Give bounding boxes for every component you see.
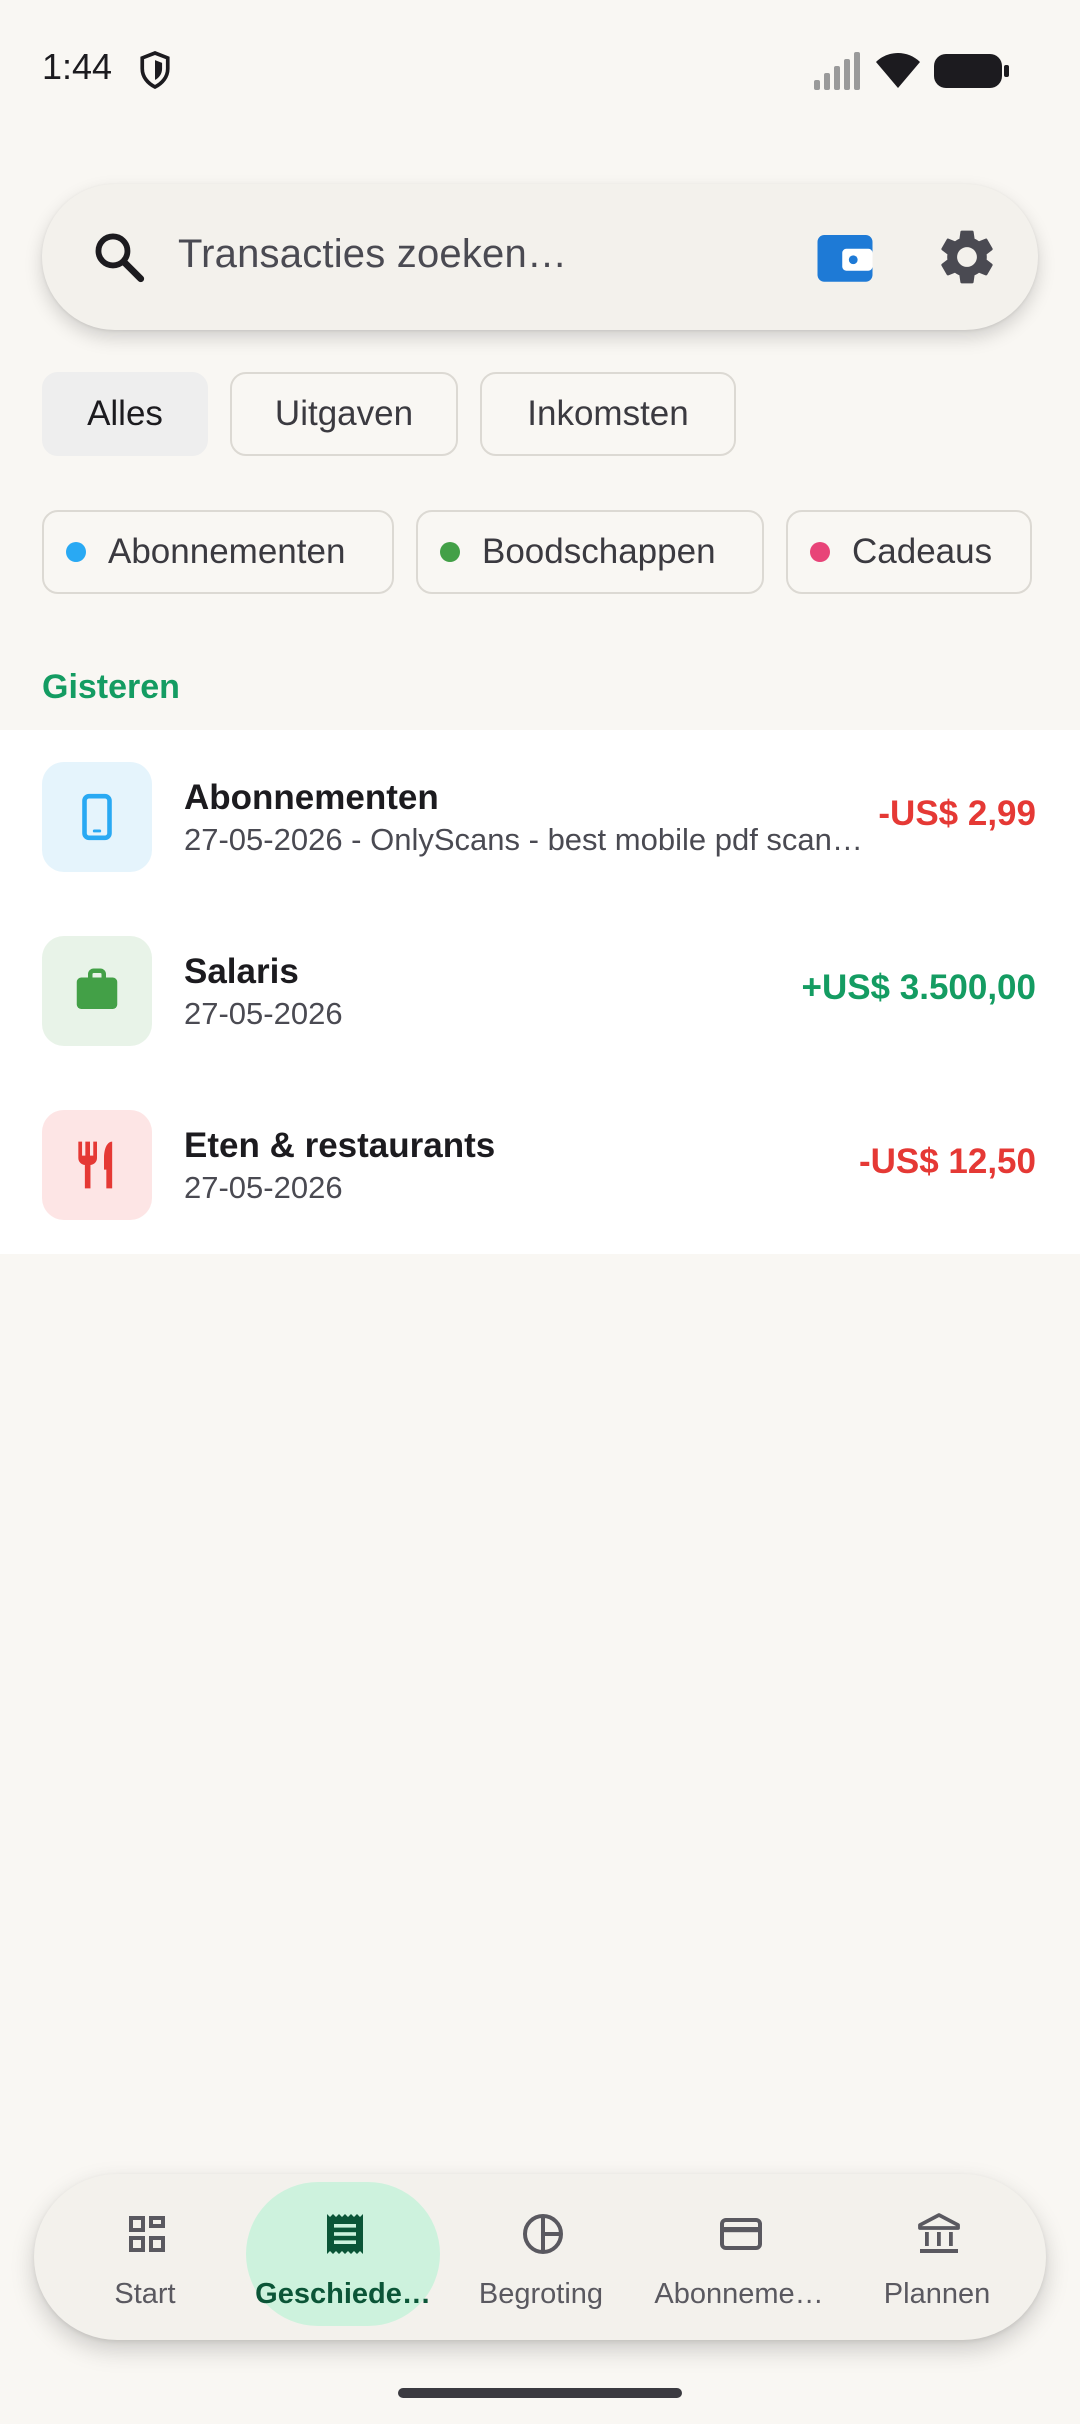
status-bar: 1:44 [0,0,1080,140]
nav-label: Abonneme… [654,2278,824,2310]
nav-item-budget[interactable]: Begroting [444,2174,638,2340]
category-color-dot [810,542,830,562]
fork-knife-icon [42,1110,152,1220]
nav-label: Geschiede… [255,2278,431,2310]
nav-label: Start [114,2278,176,2310]
nav-item-start[interactable]: Start [48,2174,242,2340]
search-icon[interactable] [90,228,148,286]
filter-chip-income[interactable]: Inkomsten [480,372,736,456]
wallet-icon[interactable] [812,224,878,290]
category-chip-groceries[interactable]: Boodschappen [416,510,764,594]
transaction-title: Eten & restaurants [184,1126,496,1165]
category-chip-gifts[interactable]: Cadeaus [786,510,1032,594]
dashboard-icon [129,2216,165,2252]
receipt-icon [327,2214,363,2254]
wifi-icon [876,53,920,88]
briefcase-icon [42,936,152,1046]
category-chip-label: Abonnementen [108,532,346,571]
nav-item-history[interactable]: Geschiede… [246,2174,440,2340]
filter-chip-all[interactable]: Alles [42,372,208,456]
shield-icon [140,51,170,90]
bank-icon [918,2213,960,2253]
category-color-dot [66,542,86,562]
search-bar[interactable]: Transacties zoeken… [42,184,1038,330]
nav-item-subscriptions[interactable]: Abonneme… [642,2174,836,2340]
category-color-dot [440,542,460,562]
status-time: 1:44 [42,46,113,87]
home-indicator[interactable] [398,2388,682,2398]
category-chip-subscriptions[interactable]: Abonnementen [42,510,394,594]
smartphone-icon [42,762,152,872]
nav-label: Begroting [478,2278,604,2310]
nav-label: Plannen [883,2278,991,2310]
category-chip-label: Cadeaus [852,532,993,571]
category-chip-label: Boodschappen [482,532,716,571]
filter-chip-expenses[interactable]: Uitgaven [230,372,458,456]
gear-icon[interactable] [934,224,1000,290]
transaction-list: Abonnementen 27-05-2026 - OnlyScans - be… [0,730,1080,1254]
section-header-yesterday: Gisteren [42,668,180,706]
transaction-title: Abonnementen [184,778,439,817]
transaction-row[interactable]: Eten & restaurants 27-05-2026 -US$ 12,50 [0,1078,1080,1252]
transaction-subtitle: 27-05-2026 - OnlyScans - best mobile pdf… [184,822,864,857]
transaction-amount: -US$ 2,99 [878,794,1036,833]
bottom-navigation: Start Geschiede… Begroting Abonneme… Pla… [34,2174,1046,2340]
search-input[interactable]: Transacties zoeken… [178,232,567,277]
transaction-amount: -US$ 12,50 [858,1142,1036,1181]
credit-card-icon [720,2218,762,2250]
cellular-signal-icon [814,52,860,90]
transaction-row[interactable]: Abonnementen 27-05-2026 - OnlyScans - be… [0,730,1080,904]
transaction-subtitle: 27-05-2026 [184,996,343,1031]
transaction-row[interactable]: Salaris 27-05-2026 +US$ 3.500,00 [0,904,1080,1078]
nav-item-plans[interactable]: Plannen [840,2174,1034,2340]
transaction-title: Salaris [184,952,299,991]
transaction-subtitle: 27-05-2026 [184,1170,343,1205]
pie-chart-icon [523,2214,563,2254]
battery-icon [934,54,1009,88]
transaction-amount: +US$ 3.500,00 [801,968,1037,1007]
